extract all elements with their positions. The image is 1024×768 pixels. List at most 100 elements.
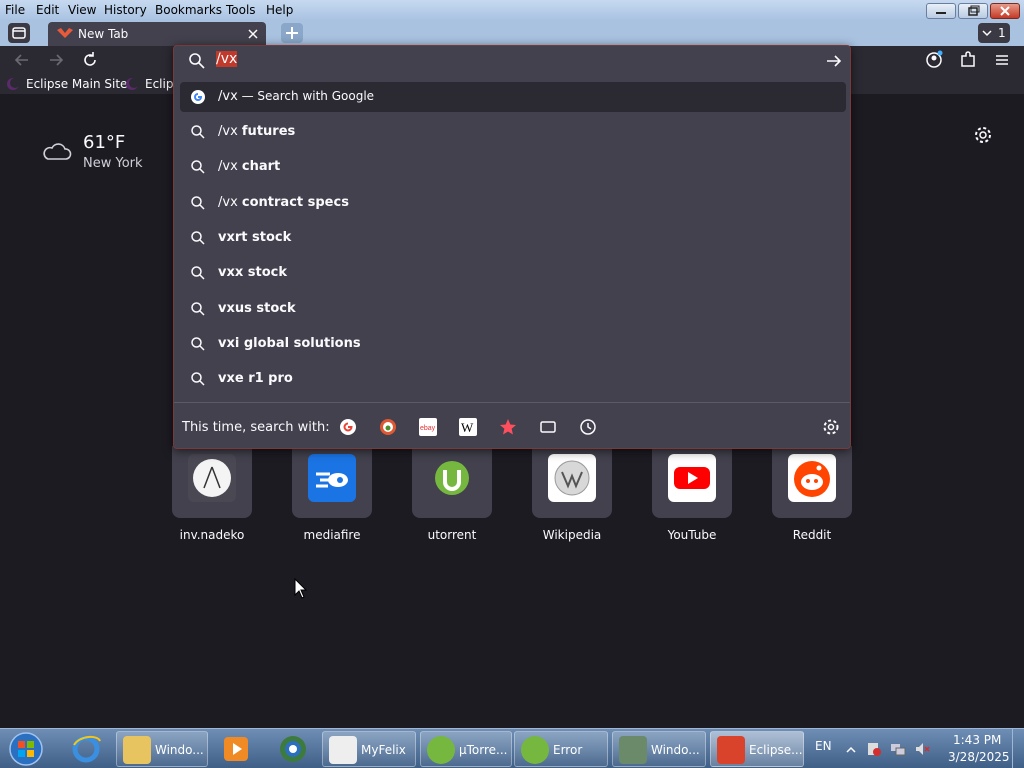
topsite-label: utorrent xyxy=(427,528,477,542)
new-tab-button[interactable] xyxy=(281,23,303,43)
show-desktop-button[interactable] xyxy=(1012,729,1024,768)
topsite-utorrent[interactable]: utorrent xyxy=(412,446,492,546)
topsite-label: Reddit xyxy=(792,528,832,542)
weather-city: New York xyxy=(83,156,143,171)
search-icon xyxy=(189,53,205,69)
suggestion-item[interactable]: /vx contract specs xyxy=(180,188,846,218)
action-center-flag-icon[interactable] xyxy=(866,741,882,757)
browser-globe-icon[interactable] xyxy=(278,734,308,764)
google-icon[interactable] xyxy=(339,418,357,436)
tab-new-tab[interactable]: New Tab xyxy=(48,22,266,46)
urlbar-popup: /vx /vx — Search with Google /vx futures… xyxy=(173,45,851,449)
eclipse-site-icon xyxy=(7,78,20,90)
menu-history[interactable]: History xyxy=(104,3,147,17)
topsite-label: Wikipedia xyxy=(542,528,602,542)
close-window-button[interactable] xyxy=(990,3,1020,19)
suggestion-item[interactable]: vxx stock xyxy=(180,258,846,288)
reddit-icon xyxy=(788,454,836,502)
windows-start-icon[interactable] xyxy=(8,731,44,767)
topsite-label: mediafire xyxy=(303,528,361,542)
tabs-icon xyxy=(12,27,26,39)
wikipedia-search-icon[interactable]: W xyxy=(459,418,477,436)
wikipedia-icon xyxy=(548,454,596,502)
search-icon xyxy=(191,302,205,316)
tabs-search-icon[interactable] xyxy=(539,418,557,436)
taskbar-windows-explorer-1[interactable]: Windo... xyxy=(116,731,208,767)
clock-time[interactable]: 1:43 PM xyxy=(953,733,1001,747)
inv-nadeko-icon xyxy=(188,454,236,502)
reload-icon[interactable] xyxy=(80,50,100,70)
suggestion-item[interactable]: vxi global solutions xyxy=(180,329,846,359)
suggestion-item[interactable]: vxus stock xyxy=(180,294,846,324)
topsite-mediafire[interactable]: mediafire xyxy=(292,446,372,546)
topsite-wikipedia[interactable]: Wikipedia xyxy=(532,446,612,546)
minimize-button[interactable] xyxy=(926,3,956,19)
topsite-label: inv.nadeko xyxy=(179,528,245,542)
cat-avatar-icon xyxy=(329,736,357,764)
suggestion-google-search[interactable]: /vx — Search with Google xyxy=(180,82,846,112)
menu-tools[interactable]: Tools xyxy=(226,3,256,17)
taskbar-windows-explorer-2[interactable]: Windo... xyxy=(612,731,706,767)
history-clock-icon[interactable] xyxy=(579,418,597,436)
eclipse-browser-icon xyxy=(57,28,73,38)
eclipse-site-icon xyxy=(126,78,139,90)
menu-bookmarks[interactable]: Bookmarks xyxy=(155,3,222,17)
extensions-icon[interactable] xyxy=(958,50,978,70)
search-settings-gear-icon[interactable] xyxy=(822,418,840,436)
taskbar-error[interactable]: Error xyxy=(514,731,608,767)
taskbar-myfelix[interactable]: MyFelix xyxy=(322,731,416,767)
topsite-youtube[interactable]: YouTube xyxy=(652,446,732,546)
menu-view[interactable]: View xyxy=(68,3,96,17)
ebay-icon[interactable]: ebay xyxy=(419,418,437,436)
tab-list-button[interactable]: 1 xyxy=(978,23,1010,43)
settings-gear-icon[interactable] xyxy=(973,125,993,145)
duckduckgo-icon[interactable] xyxy=(379,418,397,436)
suggestion-item[interactable]: vxe r1 pro xyxy=(180,364,846,394)
tray-expand-icon[interactable] xyxy=(846,745,856,755)
suggestion-text: /vx futures xyxy=(218,124,296,139)
urlbar-input[interactable]: /vx xyxy=(216,51,238,67)
tab-overview-button[interactable] xyxy=(8,23,30,43)
search-icon xyxy=(191,231,205,245)
utorrent-icon xyxy=(521,736,549,764)
taskbar-eclipse-browser[interactable]: Eclipse... xyxy=(710,731,804,767)
svg-text:ebay: ebay xyxy=(420,425,436,432)
menu-help[interactable]: Help xyxy=(266,3,293,17)
back-icon[interactable] xyxy=(12,50,32,70)
suggestion-text: vxrt stock xyxy=(218,230,292,245)
network-icon[interactable] xyxy=(890,741,906,757)
suggestion-item[interactable]: /vx chart xyxy=(180,152,846,182)
close-tab-icon[interactable] xyxy=(246,27,260,41)
windows-taskbar: Windo... MyFelix µTorre... Error Windo..… xyxy=(0,728,1024,768)
tab-label: New Tab xyxy=(78,27,129,41)
topsite-reddit[interactable]: Reddit xyxy=(772,446,852,546)
clock-date[interactable]: 3/28/2025 xyxy=(948,750,1010,764)
eclipse-browser-icon xyxy=(717,736,745,764)
chevron-down-icon xyxy=(982,30,992,37)
menu-bar: File Edit View History Bookmarks Tools H… xyxy=(0,0,1024,20)
internet-explorer-icon[interactable] xyxy=(70,733,102,765)
taskbar-utorrent[interactable]: µTorre... xyxy=(420,731,512,767)
minimize-icon xyxy=(936,12,946,14)
restore-button[interactable] xyxy=(958,3,988,19)
suggestion-item[interactable]: vxrt stock xyxy=(180,223,846,253)
folder-icon xyxy=(123,736,151,764)
youtube-icon xyxy=(668,454,716,502)
forward-icon[interactable] xyxy=(46,50,66,70)
volume-muted-icon[interactable] xyxy=(914,741,930,757)
suggestion-text: vxi global solutions xyxy=(218,336,361,351)
bookmarks-star-icon[interactable] xyxy=(499,418,517,436)
suggestion-text: /vx contract specs xyxy=(218,195,349,210)
svg-text:W: W xyxy=(461,420,474,435)
utorrent-icon xyxy=(427,736,455,764)
suggestion-text: vxx stock xyxy=(218,265,288,280)
topsite-inv-nadeko[interactable]: inv.nadeko xyxy=(172,446,252,546)
menu-hamburger-icon[interactable] xyxy=(992,50,1012,70)
menu-file[interactable]: File xyxy=(5,3,25,17)
suggestion-item[interactable]: /vx futures xyxy=(180,117,846,147)
language-indicator[interactable]: EN xyxy=(815,739,832,753)
go-arrow-icon[interactable] xyxy=(824,51,844,71)
menu-edit[interactable]: Edit xyxy=(36,3,59,17)
account-icon[interactable] xyxy=(924,50,944,70)
media-player-icon[interactable] xyxy=(222,735,250,763)
